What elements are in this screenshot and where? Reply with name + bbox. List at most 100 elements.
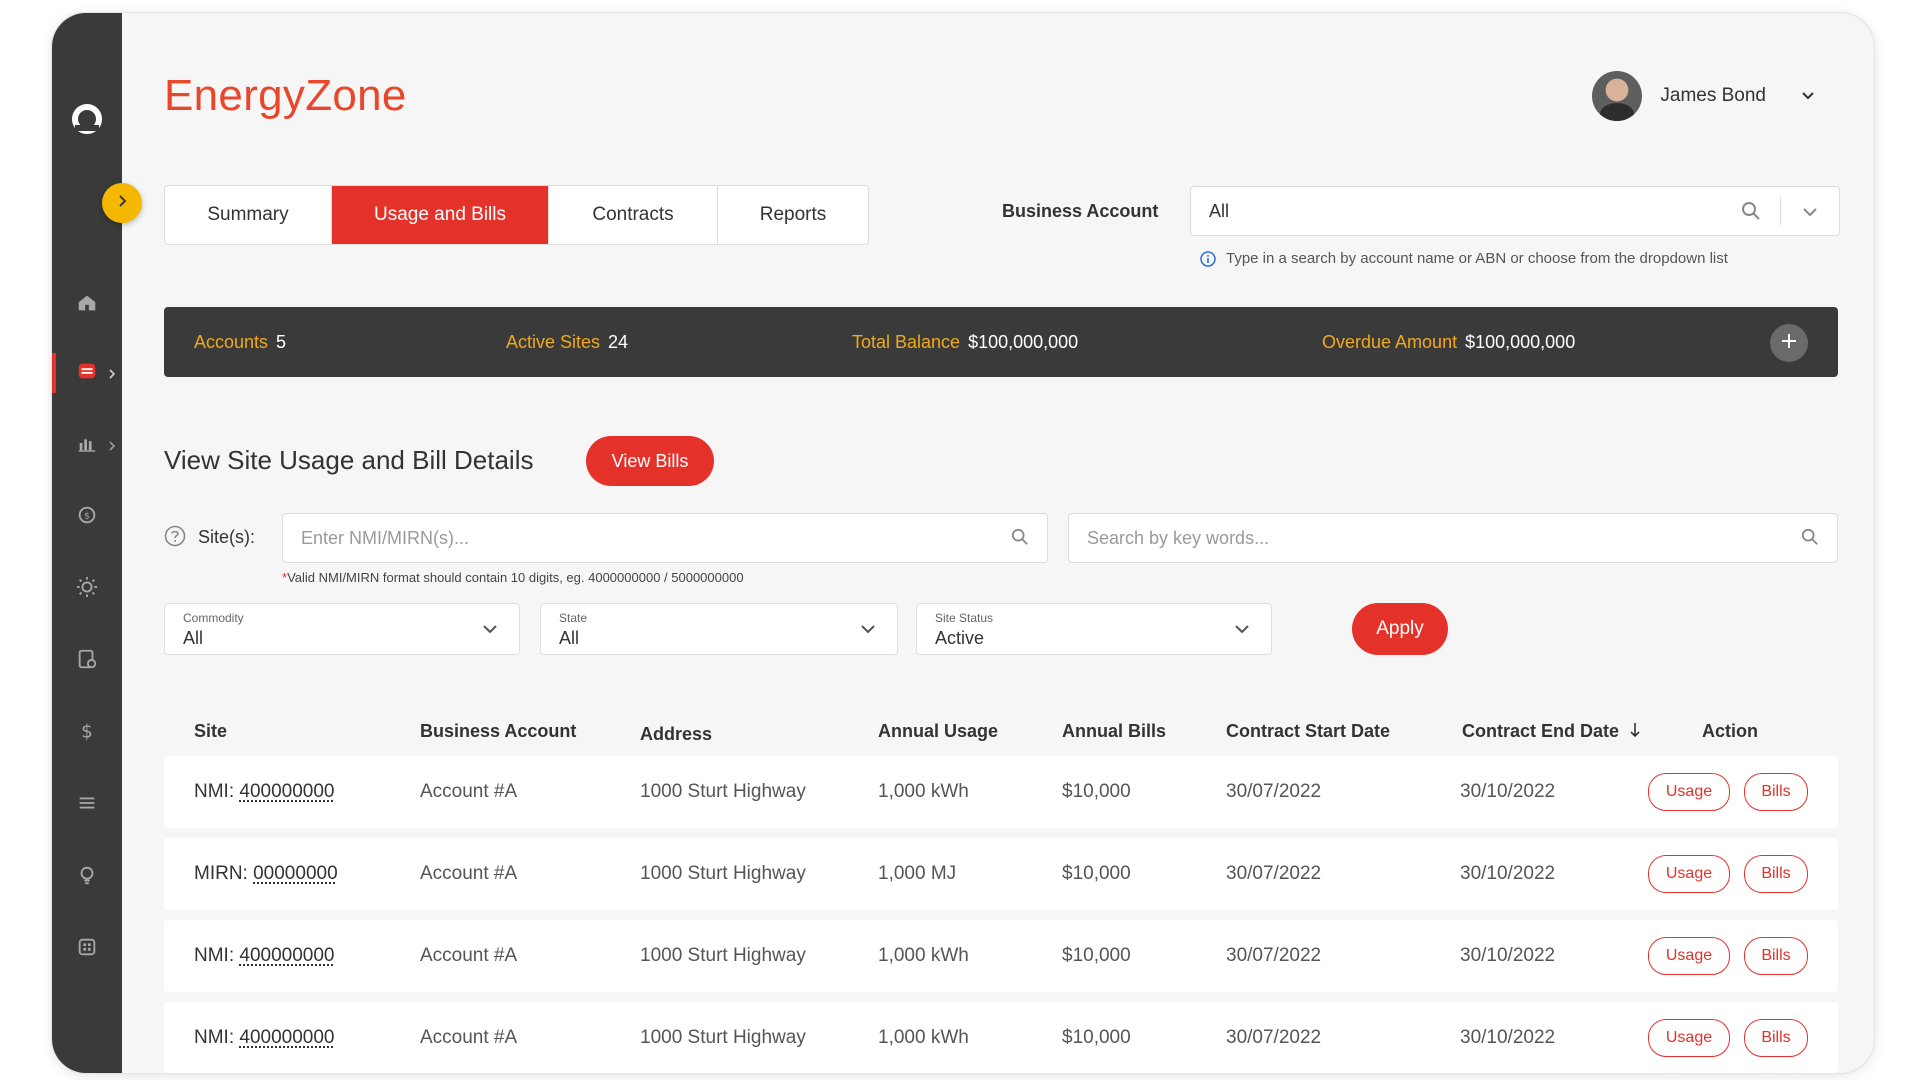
sidebar-item-exchange[interactable]: $: [52, 497, 122, 537]
sites-label: Site(s):: [198, 527, 256, 547]
summary-stats-bar: Accounts 5 Active Sites 24 Total Balance $1…: [164, 307, 1838, 377]
sidebar-item-documents[interactable]: [52, 641, 122, 681]
sidebar-item-solar[interactable]: [52, 569, 122, 609]
usage-button[interactable]: Usage: [1648, 773, 1730, 811]
site-id-link[interactable]: 400000000: [239, 781, 334, 802]
contract-start-cell: 30/07/2022: [1226, 863, 1322, 884]
tab-summary[interactable]: Summary: [165, 186, 332, 244]
dropdown-label: State: [559, 611, 588, 625]
stat-overdue-amount: Overdue Amount $100,000,000: [1322, 332, 1575, 353]
bills-button[interactable]: Bills: [1744, 773, 1808, 811]
table-row: MIRN: 00000000 Account #A 1000 Sturt Hig…: [164, 838, 1838, 910]
bills-button[interactable]: Bills: [1744, 1019, 1808, 1057]
sidebar-item-menu[interactable]: [52, 785, 122, 825]
bills-button[interactable]: Bills: [1744, 855, 1808, 893]
stat-label: Active Sites: [506, 332, 601, 352]
dropdown-value: Active: [935, 628, 985, 648]
bills-button[interactable]: Bills: [1744, 937, 1808, 975]
stat-total-balance: Total Balance $100,000,000: [852, 332, 1078, 353]
site-cell: NMI: 400000000: [194, 781, 335, 803]
address-cell: 1000 Sturt Highway: [640, 863, 806, 884]
sort-descending-icon[interactable]: [1629, 722, 1641, 738]
usage-cell: 1,000 kWh: [878, 945, 969, 966]
site-status-dropdown[interactable]: Site Status Active: [916, 603, 1272, 655]
expand-stats-button[interactable]: [1770, 324, 1808, 362]
svg-text:$: $: [81, 721, 93, 742]
stat-value: $100,000,000: [1465, 332, 1576, 352]
business-account-value: All: [1209, 201, 1230, 221]
input-placeholder: Search by key words...: [1087, 528, 1270, 548]
bills-cell: $10,000: [1062, 945, 1131, 966]
app-window: $ $ EnergyZone James Bond Summary Usage …: [52, 13, 1874, 1073]
nmi-note-text: Valid NMI/MIRN format should contain 10 …: [287, 570, 744, 585]
site-type: NMI:: [194, 945, 235, 966]
column-header-label: Contract End Date: [1462, 721, 1620, 741]
sidebar-item-home[interactable]: [52, 285, 122, 325]
column-header-site[interactable]: Site: [194, 721, 227, 742]
stat-label: Accounts: [194, 332, 269, 352]
site-type: NMI:: [194, 1027, 235, 1048]
table-row: NMI: 400000000 Account #A 1000 Sturt Hig…: [164, 920, 1838, 992]
column-header-annual-usage[interactable]: Annual Usage: [878, 721, 998, 742]
account-cell: Account #A: [420, 863, 518, 884]
usage-button[interactable]: Usage: [1648, 855, 1730, 893]
search-icon[interactable]: [1801, 528, 1819, 546]
stat-label: Overdue Amount: [1322, 332, 1458, 352]
address-cell: 1000 Sturt Highway: [640, 781, 806, 802]
dropdown-value: All: [559, 628, 580, 648]
column-header-business-account[interactable]: Business Account: [420, 721, 576, 742]
site-type: MIRN:: [194, 863, 248, 884]
account-cell: Account #A: [420, 945, 518, 966]
hint-text: Type in a search by account name or ABN …: [1226, 250, 1728, 267]
avatar: [1592, 71, 1643, 121]
sidebar-expand-button[interactable]: [102, 183, 142, 223]
column-header-contract-end-date[interactable]: Contract End Date: [1462, 721, 1641, 742]
sidebar: $ $: [52, 13, 122, 1073]
site-id-link[interactable]: 400000000: [239, 1027, 334, 1048]
keyword-search-input[interactable]: Search by key words...: [1068, 513, 1838, 563]
sidebar-item-payments[interactable]: $: [52, 713, 122, 753]
column-header-annual-bills[interactable]: Annual Bills: [1062, 721, 1166, 742]
apply-button[interactable]: Apply: [1352, 603, 1448, 655]
address-cell: 1000 Sturt Highway: [640, 945, 806, 966]
sidebar-item-apps[interactable]: [52, 929, 122, 969]
nmi-search-input[interactable]: Enter NMI/MIRN(s)...: [282, 513, 1048, 563]
grid-icon: [76, 936, 98, 963]
stat-value: 24: [608, 332, 629, 352]
sidebar-item-insights[interactable]: [52, 857, 122, 897]
section-title: View Site Usage and Bill Details: [164, 445, 534, 475]
user-menu[interactable]: James Bond: [1592, 71, 1816, 121]
tab-usage-and-bills[interactable]: Usage and Bills: [332, 186, 549, 244]
site-cell: NMI: 400000000: [194, 1027, 335, 1049]
view-bills-button[interactable]: View Bills: [586, 436, 714, 486]
site-cell: MIRN: 00000000: [194, 863, 338, 885]
search-icon[interactable]: [1741, 201, 1761, 221]
logo-icon[interactable]: [52, 103, 122, 135]
tab-reports[interactable]: Reports: [718, 186, 868, 244]
brand-title: EnergyZone: [164, 71, 407, 120]
tab-bar: Summary Usage and Bills Contracts Report…: [164, 185, 869, 245]
contract-end-cell: 30/10/2022: [1460, 1027, 1556, 1048]
chevron-right-icon: [106, 439, 118, 451]
business-account-select[interactable]: All: [1190, 186, 1840, 236]
commodity-dropdown[interactable]: Commodity All: [164, 603, 520, 655]
bills-cell: $10,000: [1062, 1027, 1131, 1048]
document-icon: [76, 648, 98, 675]
usage-button[interactable]: Usage: [1648, 937, 1730, 975]
chevron-down-icon[interactable]: [1801, 203, 1819, 221]
address-cell: 1000 Sturt Highway: [640, 1027, 806, 1048]
site-id-link[interactable]: 400000000: [239, 945, 334, 966]
state-dropdown[interactable]: State All: [540, 603, 898, 655]
site-id-link[interactable]: 00000000: [253, 863, 338, 884]
bills-cell: $10,000: [1062, 863, 1131, 884]
usage-button[interactable]: Usage: [1648, 1019, 1730, 1057]
usage-cell: 1,000 kWh: [878, 781, 969, 802]
contract-start-cell: 30/07/2022: [1226, 945, 1322, 966]
tab-contracts[interactable]: Contracts: [549, 186, 718, 244]
help-icon[interactable]: [164, 525, 186, 547]
contract-start-cell: 30/07/2022: [1226, 781, 1322, 802]
search-icon[interactable]: [1011, 528, 1029, 546]
column-header-contract-start-date[interactable]: Contract Start Date: [1226, 721, 1390, 742]
plus-icon: [1779, 331, 1799, 356]
column-header-address[interactable]: Address: [640, 724, 712, 745]
